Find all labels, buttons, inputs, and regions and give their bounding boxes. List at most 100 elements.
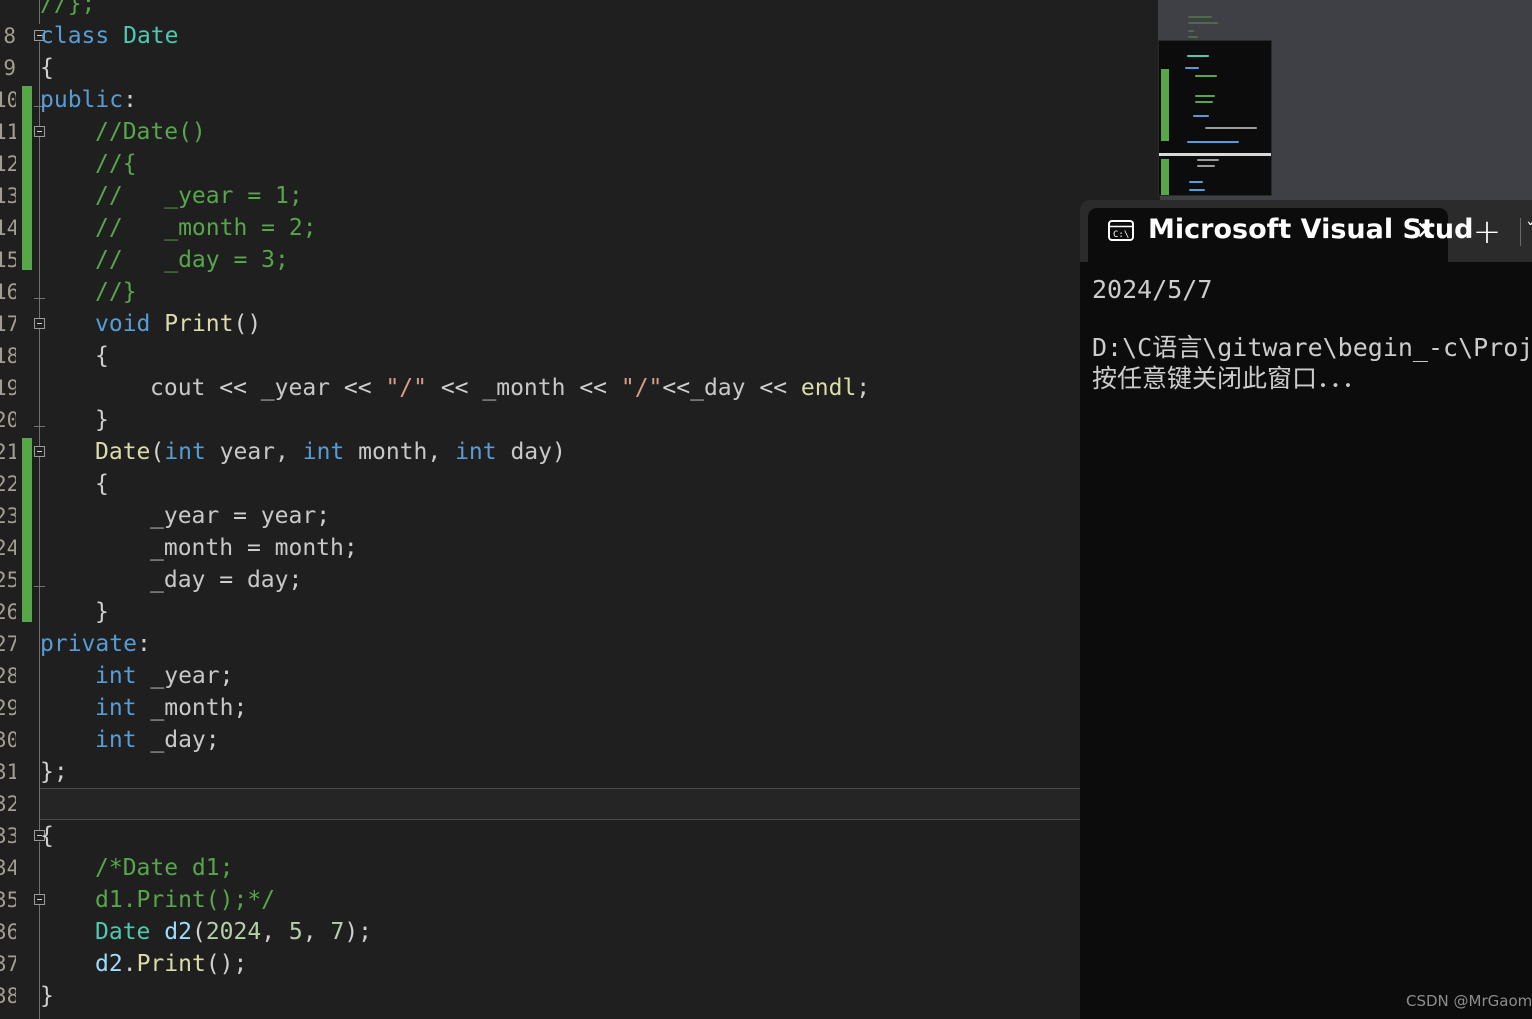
code-token: month [274, 535, 344, 561]
line-number: 38 [0, 984, 16, 1007]
chevron-down-icon[interactable]: ˇ [1526, 222, 1532, 240]
code-token: : [123, 87, 137, 113]
code-text-area[interactable]: //}; class Date { public: //Date() //{ // _yea… [40, 0, 1080, 1009]
code-line[interactable]: d2.Print(); [40, 948, 1080, 980]
close-icon[interactable]: × [1412, 216, 1440, 244]
code-token: ; [856, 375, 871, 401]
minimap-line [1188, 30, 1194, 32]
line-number: 23 [0, 504, 16, 528]
code-line[interactable]: // _day = 3; [40, 244, 1080, 276]
code-line[interactable]: { [40, 468, 1080, 500]
line-number: 20 [0, 408, 16, 432]
code-line[interactable]: { [40, 52, 1080, 84]
line-number: 17 [0, 312, 16, 336]
code-token: ; [288, 567, 303, 593]
code-line[interactable]: cout << _year << "/" << _month << "/"<<_… [40, 372, 1080, 404]
code-token: _month [150, 695, 234, 721]
code-token: int [302, 439, 359, 465]
line-number [0, 0, 16, 20]
code-line[interactable]: int _day; [40, 724, 1080, 756]
code-token: << [662, 375, 691, 401]
minimap-line [1205, 127, 1257, 129]
code-token: ; [343, 535, 358, 561]
code-token: { [95, 471, 109, 497]
console-output[interactable]: 2024/5/7 D:\C语言\gitware\begin_-c\Proje 按任意… [1080, 262, 1532, 1019]
code-line[interactable]: // _month = 2; [40, 212, 1080, 244]
console-output-line: D:\C语言\gitware\begin_-c\Proje [1092, 333, 1532, 362]
code-line[interactable]: } [40, 404, 1080, 436]
code-line[interactable]: //}; [40, 0, 1080, 20]
minimap-line [1195, 75, 1217, 77]
code-token: . [122, 951, 137, 977]
line-number: 32 [0, 792, 16, 816]
code-line[interactable]: } [40, 596, 1080, 628]
code-line[interactable]: /*Date d1; [40, 852, 1080, 884]
line-number: 11 [0, 120, 16, 144]
code-line[interactable]: int _month; [40, 692, 1080, 724]
minimap-line [1188, 16, 1212, 18]
code-editor[interactable]: 8 9 10 11 12 13 14 15 16 17 18 19 20 21 22 23 24 25 26 27 28… [0, 0, 1080, 1019]
code-line[interactable]: }; [40, 756, 1080, 788]
line-number: 15 [0, 248, 16, 272]
code-line[interactable]: //{ [40, 148, 1080, 180]
changed-lines-marker [22, 438, 32, 622]
code-line[interactable]: } [40, 980, 1080, 1012]
code-token: day [246, 567, 289, 593]
minimap-line [1197, 165, 1215, 167]
minimap-line [1189, 189, 1205, 191]
code-line[interactable]: _day = day; [40, 564, 1080, 596]
code-token: , [302, 919, 331, 945]
code-token: << [426, 375, 483, 401]
code-line[interactable]: private: [40, 628, 1080, 660]
code-token: << [343, 375, 386, 401]
code-line[interactable]: Date d2(2024, 5, 7); [40, 916, 1080, 948]
svg-text:C:\: C:\ [1113, 230, 1129, 240]
code-token: Print [164, 311, 234, 337]
code-line[interactable]: //Date() [40, 116, 1080, 148]
code-line[interactable]: d1.Print();*/ [40, 884, 1080, 916]
line-number: 19 [0, 376, 16, 400]
minimap-change-marker [1161, 159, 1169, 195]
code-token: , [261, 919, 289, 945]
code-token: ( [150, 439, 165, 465]
minimap-line [1188, 36, 1198, 38]
line-number: 24 [0, 536, 16, 560]
code-line[interactable]: { [40, 340, 1080, 372]
code-line[interactable]: public: [40, 84, 1080, 116]
code-line[interactable]: _year = year; [40, 500, 1080, 532]
code-token: //{ [95, 151, 137, 177]
minimap-line [1187, 141, 1239, 143]
code-token: = [219, 567, 247, 593]
code-line[interactable]: Date(int year, int month, int day) [40, 436, 1080, 468]
code-token: { [40, 55, 54, 81]
code-token: /*Date d1; [95, 855, 234, 881]
code-token: //}; [40, 0, 96, 17]
code-token: 5 [288, 919, 303, 945]
code-token: year, [219, 439, 303, 465]
line-number: 10 [0, 88, 16, 112]
code-token: int [95, 663, 151, 689]
code-token: private [40, 631, 137, 657]
csdn-watermark: CSDN @MrGaomq [1406, 992, 1532, 1010]
code-line[interactable]: //} [40, 276, 1080, 308]
code-token: << [219, 375, 261, 401]
code-token: Date [123, 23, 179, 49]
code-line[interactable]: class Date [40, 20, 1080, 52]
code-line[interactable]: _month = month; [40, 532, 1080, 564]
minimap-line [1187, 55, 1209, 57]
console-title-bar[interactable]: C:\ Microsoft Visual Stud × + ˇ [1080, 200, 1532, 262]
line-number: 18 [0, 344, 16, 368]
code-line[interactable]: { [40, 820, 1080, 852]
console-window[interactable]: C:\ Microsoft Visual Stud × + ˇ 2024/5/7… [1080, 200, 1532, 1019]
code-token: d2 [95, 951, 123, 977]
code-token: "/" [620, 375, 663, 401]
code-line[interactable]: // _year = 1; [40, 180, 1080, 212]
code-line[interactable]: void Print() [40, 308, 1080, 340]
code-token: year [260, 503, 317, 529]
new-tab-icon[interactable]: + [1472, 215, 1502, 249]
code-token: << [579, 375, 621, 401]
line-number: 29 [0, 696, 16, 720]
code-line[interactable]: int _year; [40, 660, 1080, 692]
code-minimap[interactable] [1158, 40, 1272, 196]
line-number: 34 [0, 856, 16, 880]
